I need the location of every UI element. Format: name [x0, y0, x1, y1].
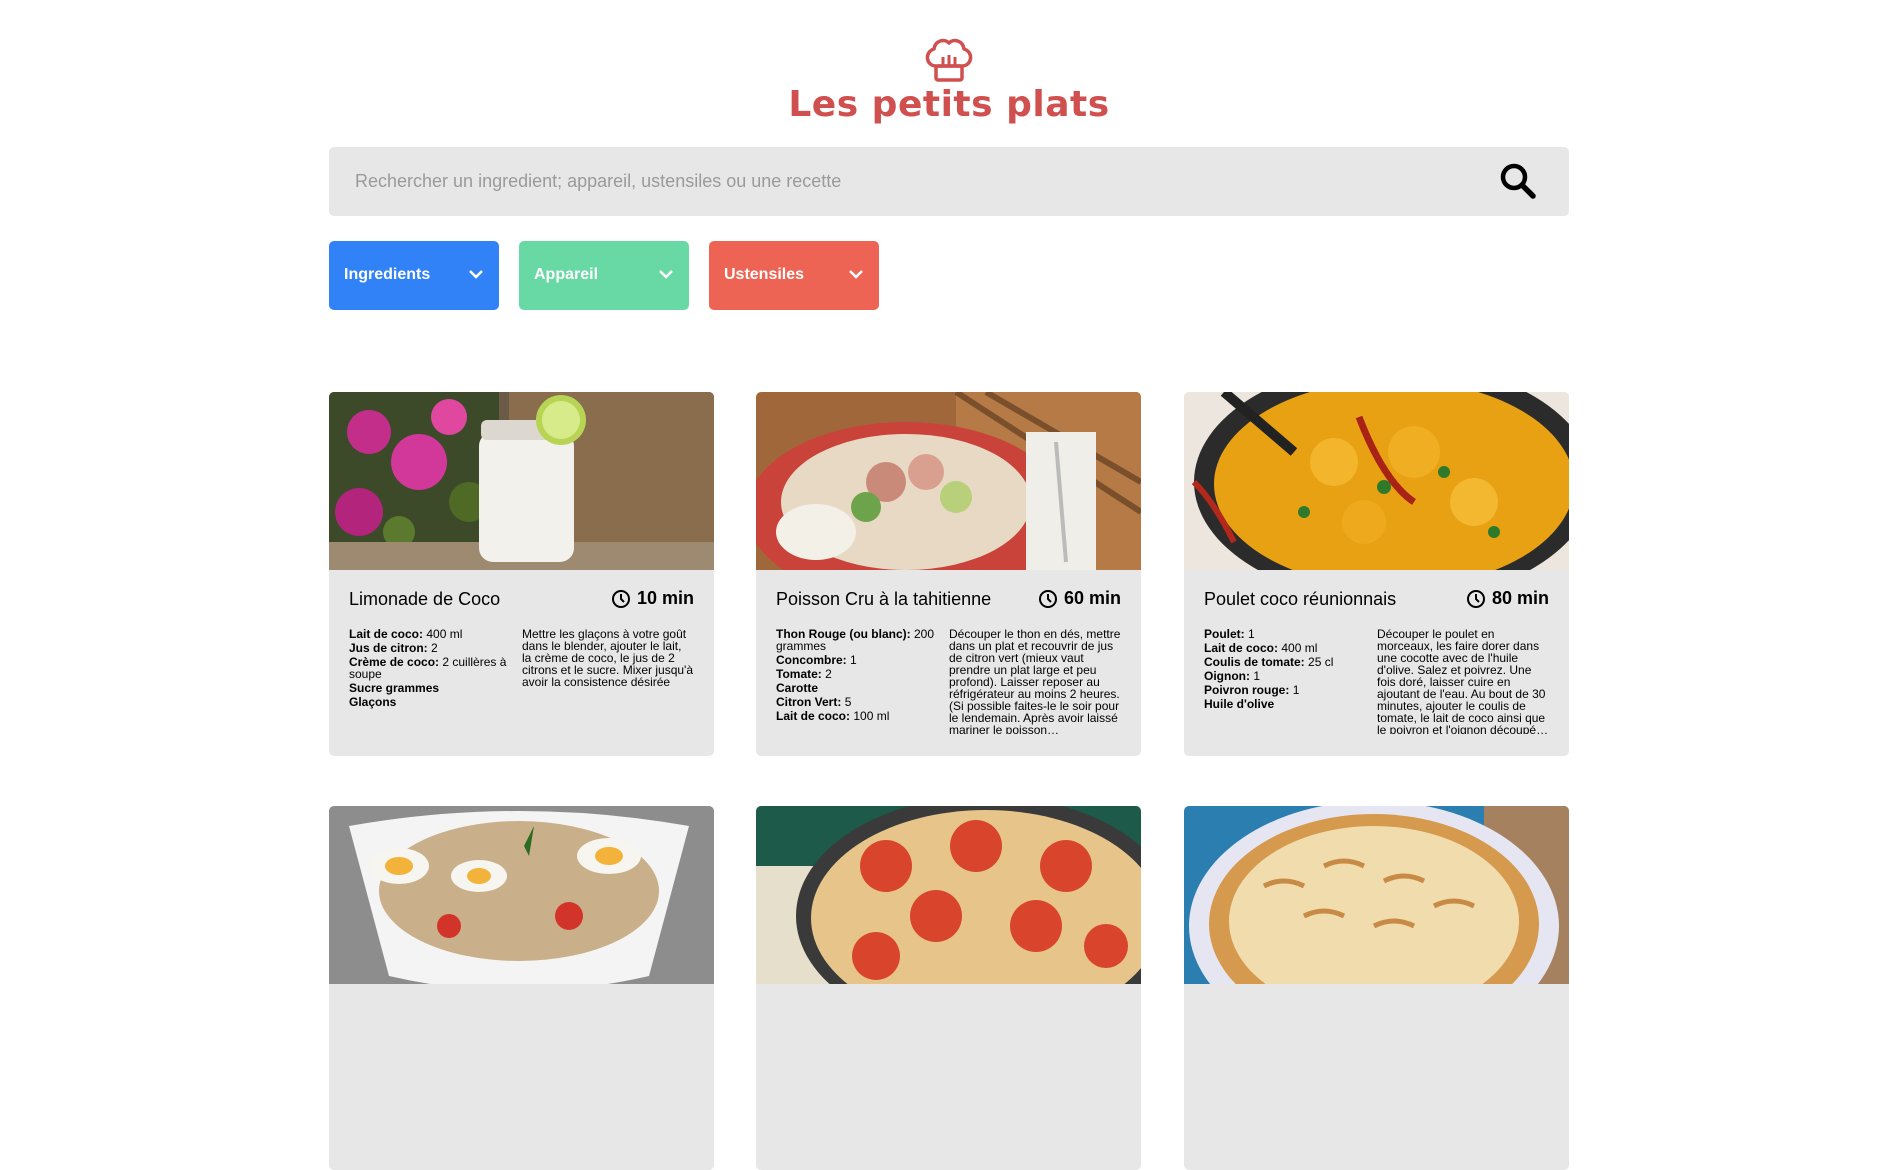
recipe-name: Poisson Cru à la tahitienne: [776, 589, 992, 609]
ingredient-qty: 25 cl: [1308, 655, 1334, 669]
ingredient-qty: 100 ml: [853, 709, 890, 723]
ingredient-item: Citron Vert: 5: [776, 696, 936, 708]
recipe-card[interactable]: Limonade de Coco 10 min Lait de coco: 40…: [329, 392, 714, 756]
ingredient-item: Poivron rouge: 1: [1204, 684, 1364, 696]
chef-hat-icon: [925, 38, 973, 82]
ingredient-qty: 1: [1248, 627, 1255, 641]
ingredient-item: Tomate: 2: [776, 668, 936, 680]
ingredient-item: Concombre: 1: [776, 654, 936, 666]
ingredient-name: Concombre:: [776, 653, 847, 667]
search-bar: [329, 147, 1569, 216]
ingredient-name: Lait de coco:: [349, 627, 424, 641]
clock-icon: [611, 589, 630, 608]
recipe-time-value: 80 min: [1491, 588, 1549, 608]
ingredient-item: Poulet: 1: [1204, 628, 1364, 640]
ingredient-item: Coulis de tomate: 25 cl: [1204, 656, 1364, 668]
recipe-time-value: 10 min: [636, 588, 694, 608]
recipe-name: Limonade de Coco: [349, 589, 501, 609]
recipe-time-value: 60 min: [1063, 588, 1121, 608]
recipe-card[interactable]: [329, 806, 714, 1170]
ingredient-item: Carotte: [776, 682, 936, 694]
ingredient-qty: 1: [1292, 683, 1300, 697]
recipe-card[interactable]: [1184, 806, 1569, 1170]
recipe-time: 80 min: [1466, 588, 1549, 609]
appareil-filter-button[interactable]: Appareil: [519, 241, 689, 310]
ingredient-name: Lait de coco:: [776, 709, 851, 723]
search-input[interactable]: [329, 147, 1489, 216]
ustensiles-filter-label: Ustensiles: [724, 266, 805, 283]
ingredient-name: Glaçons: [349, 695, 397, 709]
ingredient-qty: 400 ml: [426, 627, 463, 641]
ingredient-name: Sucre grammes: [349, 681, 440, 695]
ingredient-name: Citron Vert:: [776, 695, 842, 709]
ingredient-qty: 5: [844, 695, 852, 709]
recipe-name: Poulet coco réunionnais: [1204, 589, 1397, 609]
chevron-down-icon: [659, 270, 673, 279]
ingredients-filter-button[interactable]: Ingredients: [329, 241, 499, 310]
recipe-description: Mettre les glaçons à votre goût dans le …: [522, 628, 694, 689]
ingredient-qty: 2: [825, 667, 832, 681]
recipe-card[interactable]: Poisson Cru à la tahitienne 60 min Thon …: [756, 392, 1141, 756]
recipe-description: Découper le poulet en morceaux, les fair…: [1377, 628, 1549, 734]
ingredient-qty: 2: [431, 641, 438, 655]
chevron-down-icon: [469, 270, 483, 279]
ingredient-item: Lait de coco: 400 ml: [349, 628, 509, 640]
recipe-card[interactable]: Poulet coco réunionnais 80 min Poulet: 1…: [1184, 392, 1569, 756]
ingredient-item: Jus de citron: 2: [349, 642, 509, 654]
recipe-time: 10 min: [611, 588, 694, 609]
ingredient-name: Tomate:: [776, 667, 822, 681]
ingredient-name: Oignon:: [1204, 669, 1250, 683]
ingredient-name: Coulis de tomate:: [1204, 655, 1305, 669]
recipe-image: [1184, 806, 1569, 984]
chevron-down-icon: [849, 270, 863, 279]
recipe-image: [329, 392, 714, 570]
recipe-image: [329, 806, 714, 984]
recipe-time: 60 min: [1038, 588, 1121, 609]
recipe-card[interactable]: [756, 806, 1141, 1170]
logo: [329, 36, 1569, 84]
page-title: Les petits plats: [788, 84, 1110, 125]
ingredient-item: Oignon: 1: [1204, 670, 1364, 682]
ingredient-list: Thon Rouge (ou blanc): 200 grammes Conco…: [776, 628, 936, 724]
ingredient-qty: 400 ml: [1281, 641, 1318, 655]
recipe-image: [756, 392, 1141, 570]
clock-icon: [1466, 589, 1485, 608]
ingredient-item: Huile d'olive: [1204, 698, 1364, 710]
recipe-image: [756, 806, 1141, 984]
ingredient-name: Huile d'olive: [1204, 697, 1275, 711]
ingredient-list: Lait de coco: 400 ml Jus de citron: 2 Cr…: [349, 628, 509, 710]
ingredient-name: Jus de citron:: [349, 641, 428, 655]
ingredient-item: Lait de coco: 400 ml: [1204, 642, 1364, 654]
ingredient-name: Poivron rouge:: [1204, 683, 1290, 697]
ustensiles-filter-button[interactable]: Ustensiles: [709, 241, 879, 310]
ingredient-item: Lait de coco: 100 ml: [776, 710, 936, 722]
ingredient-name: Lait de coco:: [1204, 641, 1279, 655]
clock-icon: [1038, 589, 1057, 608]
ingredient-item: Crème de coco: 2 cuillères à soupe: [349, 656, 509, 680]
appareil-filter-label: Appareil: [534, 266, 599, 283]
ingredient-item: Sucre grammes: [349, 682, 509, 694]
ingredient-qty: 1: [850, 653, 857, 667]
ingredient-item: Glaçons: [349, 696, 509, 708]
ingredient-name: Poulet:: [1204, 627, 1245, 641]
search-icon[interactable]: [1499, 162, 1537, 200]
ingredients-filter-label: Ingredients: [344, 266, 431, 283]
ingredient-qty: 1: [1253, 669, 1261, 683]
recipe-image: [1184, 392, 1569, 570]
recipe-description: Découper le thon en dés, mettre dans un …: [949, 628, 1121, 734]
ingredient-list: Poulet: 1 Lait de coco: 400 ml Coulis de…: [1204, 628, 1364, 712]
ingredient-item: Thon Rouge (ou blanc): 200 grammes: [776, 628, 936, 652]
ingredient-name: Carotte: [776, 681, 819, 695]
